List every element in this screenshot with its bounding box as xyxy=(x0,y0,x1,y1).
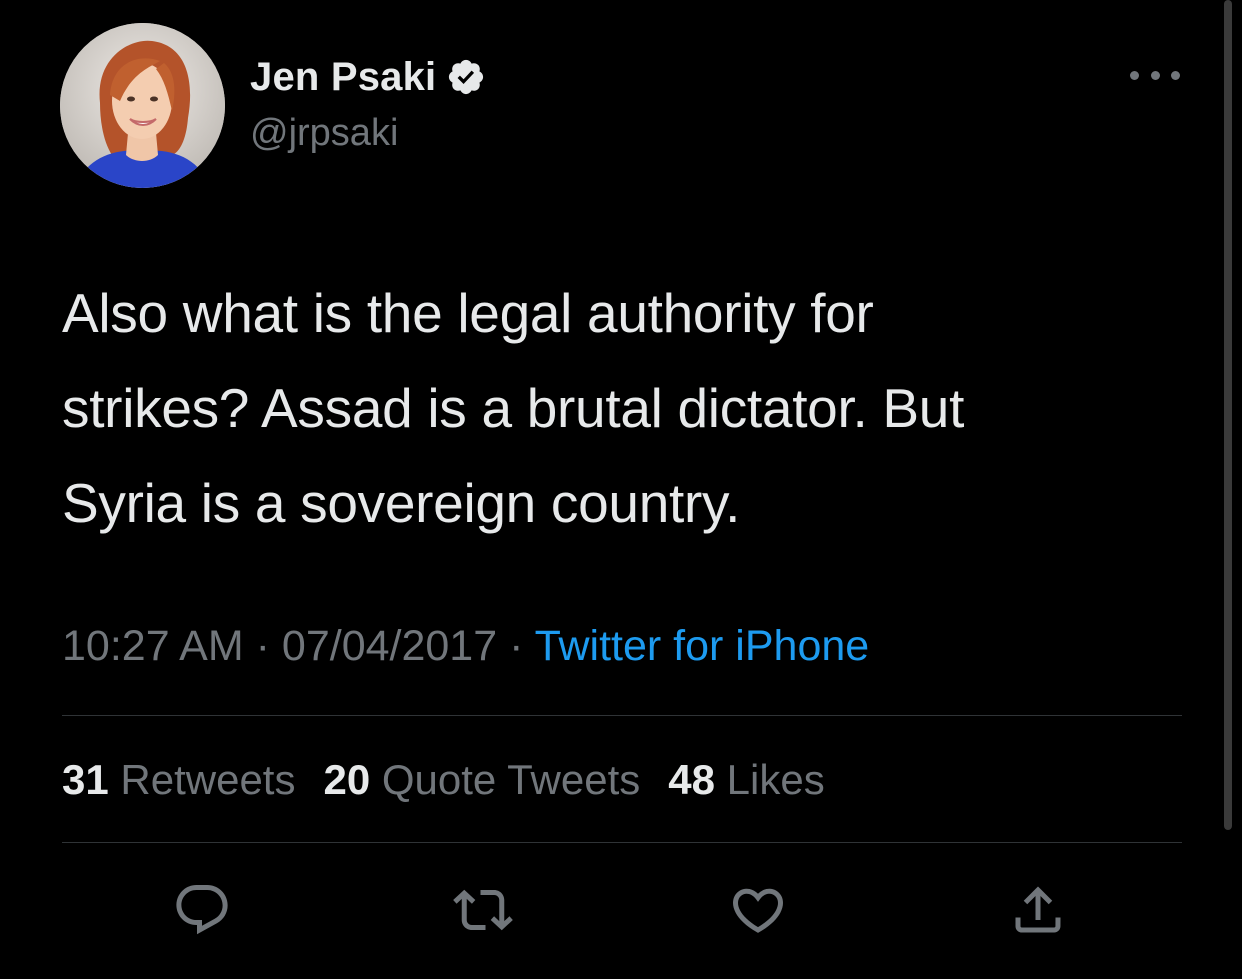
retweets-stat[interactable]: 31 Retweets xyxy=(62,756,295,804)
more-dot xyxy=(1130,70,1139,80)
quote-tweets-count: 20 xyxy=(323,756,382,803)
reply-icon xyxy=(176,885,228,935)
share-button[interactable] xyxy=(1003,875,1073,945)
retweet-button[interactable] xyxy=(448,875,518,945)
meta-separator: · xyxy=(255,622,282,670)
likes-count: 48 xyxy=(668,756,727,803)
tweet-actions xyxy=(0,875,1242,945)
retweets-count: 31 xyxy=(62,756,121,803)
divider xyxy=(62,715,1182,716)
retweet-icon xyxy=(453,889,513,931)
tweet-date[interactable]: 07/04/2017 xyxy=(282,622,497,670)
verified-badge-icon xyxy=(446,57,486,97)
reply-button[interactable] xyxy=(167,875,237,945)
tweet-text: Also what is the legal authority for str… xyxy=(62,266,1172,551)
divider xyxy=(62,842,1182,843)
quote-tweets-label: Quote Tweets xyxy=(381,756,641,803)
avatar[interactable] xyxy=(60,23,225,188)
likes-stat[interactable]: 48 Likes xyxy=(668,756,824,804)
tweet-text-line: strikes? Assad is a brutal dictator. But xyxy=(62,377,965,439)
meta-separator: · xyxy=(509,622,535,670)
tweet-detail: Jen Psaki @jrpsaki Also what is the lega… xyxy=(0,0,1242,979)
more-options-icon[interactable] xyxy=(1130,60,1180,90)
tweet-meta: 10:27 AM · 07/04/2017 · Twitter for iPho… xyxy=(62,622,869,671)
avatar-image xyxy=(60,23,225,188)
tweet-source-link[interactable]: Twitter for iPhone xyxy=(535,622,870,670)
tweet-stats: 31 Retweets 20 Quote Tweets 48 Likes xyxy=(62,756,853,804)
more-dot xyxy=(1150,70,1160,80)
likes-label: Likes xyxy=(726,756,825,803)
scrollbar[interactable] xyxy=(1224,0,1232,830)
like-button[interactable] xyxy=(723,875,793,945)
tweet-text-line: Also what is the legal authority for xyxy=(62,282,874,344)
more-dot xyxy=(1171,70,1180,80)
author-display-name[interactable]: Jen Psaki xyxy=(250,55,436,100)
tweet-time[interactable]: 10:27 AM xyxy=(62,622,244,670)
quote-tweets-stat[interactable]: 20 Quote Tweets xyxy=(323,756,640,804)
retweets-label: Retweets xyxy=(120,756,296,803)
author-handle[interactable]: @jrpsaki xyxy=(250,112,398,155)
share-icon xyxy=(1015,886,1061,933)
tweet-text-line: Syria is a sovereign country. xyxy=(62,472,741,534)
author-name-row: Jen Psaki xyxy=(250,52,486,102)
heart-icon xyxy=(732,888,784,933)
